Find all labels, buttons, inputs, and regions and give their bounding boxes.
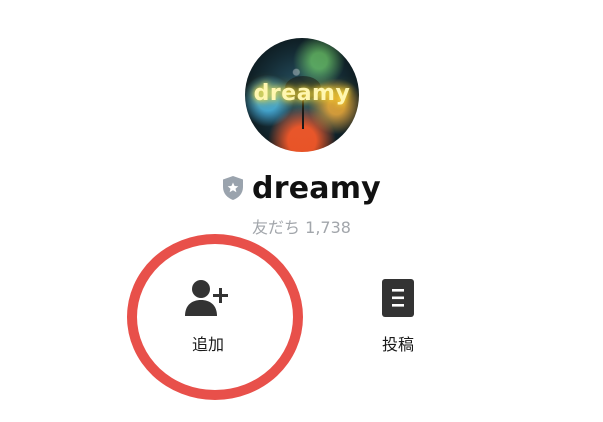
posts-button[interactable]: 投稿 bbox=[350, 278, 446, 368]
avatar-text: dreamy bbox=[253, 81, 351, 106]
profile-name: dreamy bbox=[252, 170, 381, 206]
profile-page: dreamy dreamy 友だち 1,738 追加 投稿 bbox=[0, 0, 603, 422]
profile-name-row: dreamy bbox=[0, 168, 603, 208]
add-friend-button[interactable]: 追加 bbox=[160, 278, 256, 368]
friends-count: 友だち 1,738 bbox=[252, 218, 351, 237]
document-icon bbox=[382, 279, 414, 317]
shield-star-icon bbox=[223, 176, 244, 200]
add-friend-icon bbox=[185, 280, 228, 316]
add-friend-label: 追加 bbox=[191, 335, 224, 354]
posts-label: 投稿 bbox=[381, 335, 414, 354]
avatar[interactable]: dreamy bbox=[245, 38, 359, 152]
